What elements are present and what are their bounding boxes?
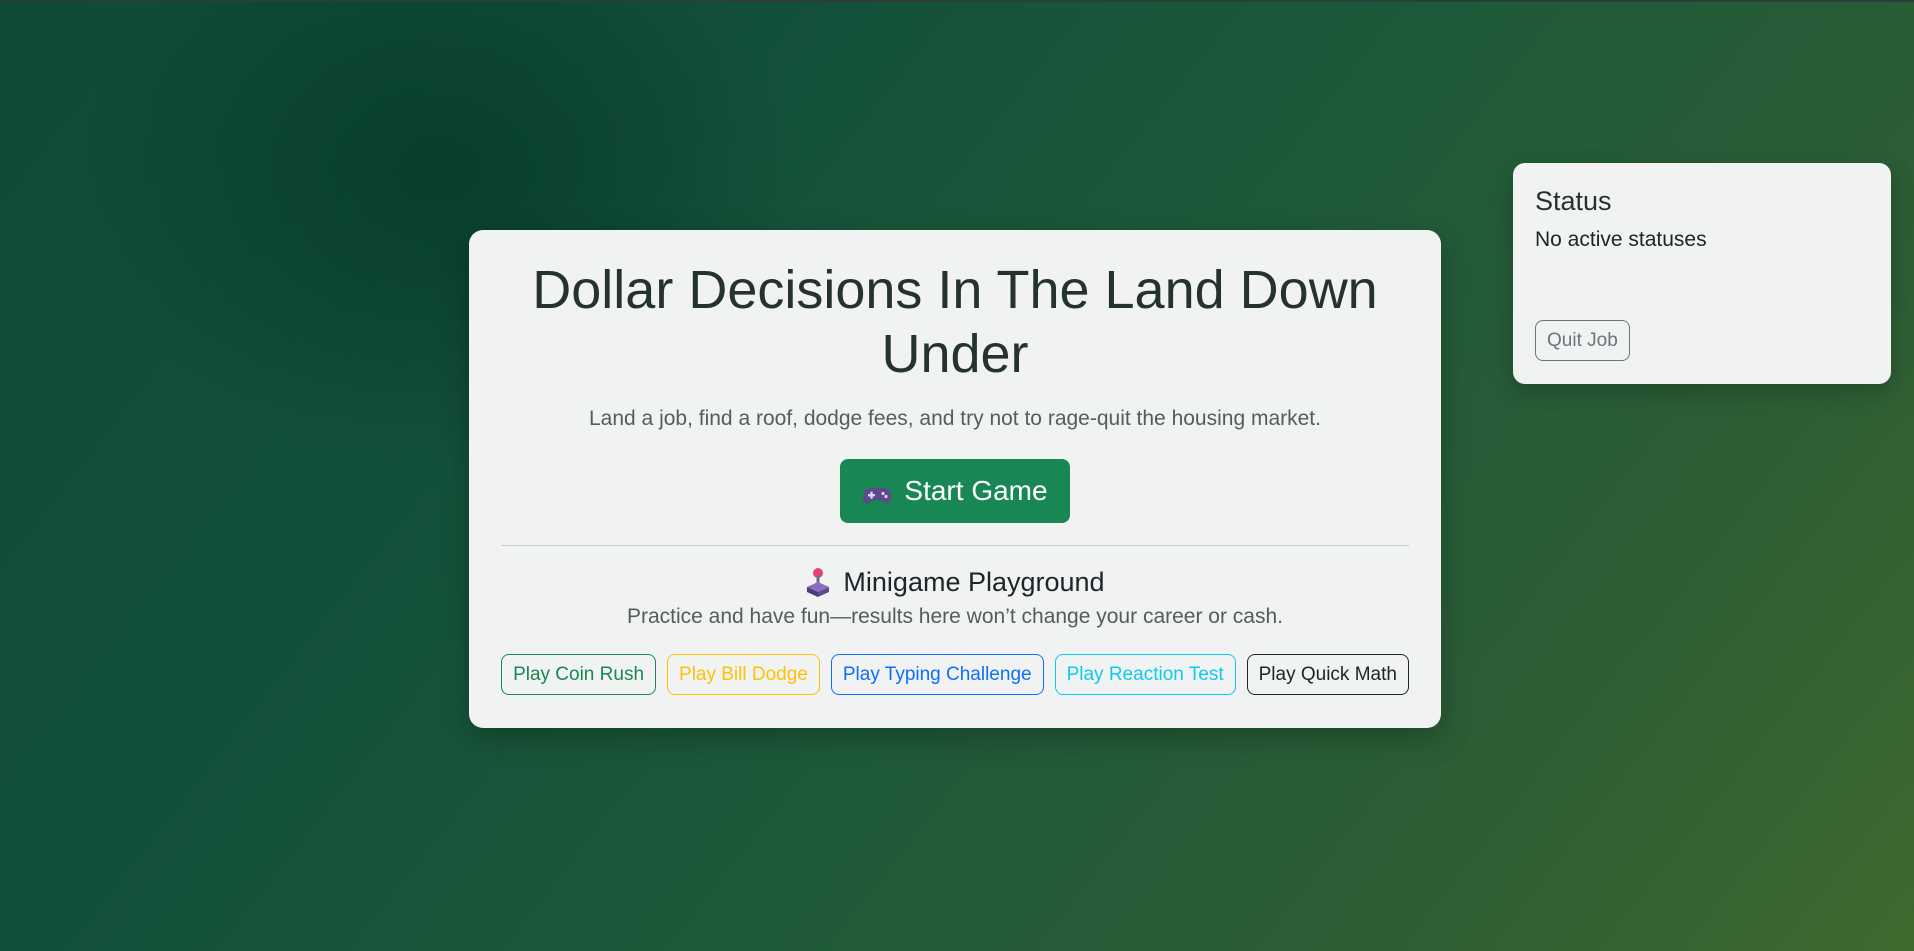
status-text: No active statuses [1535, 228, 1707, 251]
minigame-heading: Minigame Playground [501, 566, 1409, 598]
gamepad-icon [862, 481, 892, 504]
play-typing-challenge-button[interactable]: Play Typing Challenge [830, 654, 1044, 695]
minigame-heading-label: Minigame Playground [843, 567, 1105, 597]
quit-job-button[interactable]: Quit Job [1535, 320, 1630, 361]
play-reaction-test-button[interactable]: Play Reaction Test [1054, 654, 1236, 695]
section-divider [501, 545, 1409, 546]
minigame-button-row: Play Coin Rush Play Bill Dodge Play Typi… [501, 654, 1409, 695]
minigame-description: Practice and have fun—results here won’t… [626, 605, 1283, 628]
start-game-button[interactable]: Start Game [840, 459, 1070, 523]
play-coin-rush-button[interactable]: Play Coin Rush [501, 654, 657, 695]
page-subtitle: Land a job, find a roof, dodge fees, and… [589, 407, 1321, 430]
play-bill-dodge-button[interactable]: Play Bill Dodge [667, 654, 820, 695]
start-game-label: Start Game [904, 475, 1048, 506]
main-card: Dollar Decisions In The Land Down Under … [469, 230, 1441, 728]
status-panel: Status No active statuses Quit Job [1513, 163, 1891, 384]
status-title: Status [1535, 186, 1612, 216]
top-border [0, 0, 1914, 2]
play-quick-math-button[interactable]: Play Quick Math [1246, 654, 1409, 695]
joystick-icon [805, 567, 831, 597]
page-title: Dollar Decisions In The Land Down Under [532, 260, 1378, 384]
